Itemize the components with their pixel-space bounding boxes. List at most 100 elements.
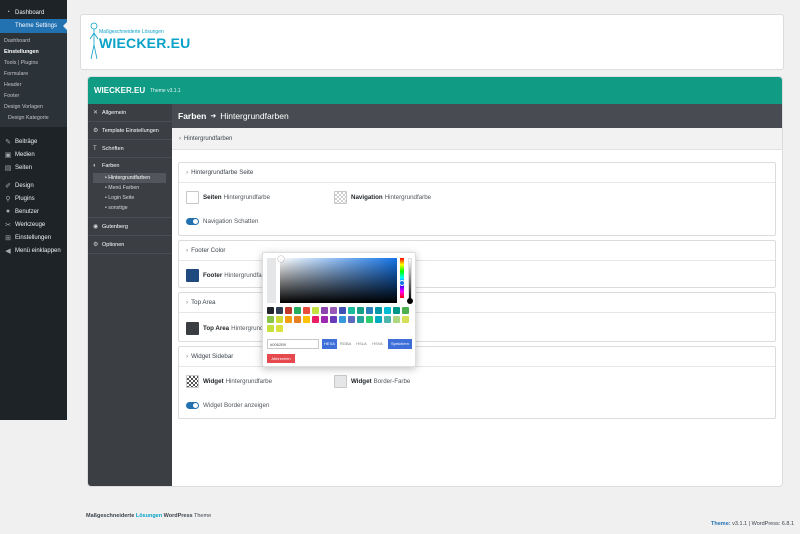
picker-swatch[interactable]	[294, 307, 301, 314]
wp-sub-design-kategorie[interactable]: Design Kategorie	[0, 113, 67, 124]
picker-swatch[interactable]	[339, 307, 346, 314]
picker-swatch[interactable]	[393, 316, 400, 323]
widget-border-swatch[interactable]	[334, 375, 347, 388]
wp-menu-benutzer[interactable]: ● Benutzer	[0, 205, 67, 218]
picker-swatch[interactable]	[357, 316, 364, 323]
picker-swatch[interactable]	[285, 307, 292, 314]
picker-swatch[interactable]	[375, 307, 382, 314]
picker-swatch[interactable]	[267, 325, 274, 332]
picker-swatch[interactable]	[321, 316, 328, 323]
widget-bg-label-text: Hintergrundfarbe	[225, 378, 273, 385]
nav-optionen[interactable]: ⚙ Optionen	[88, 236, 172, 254]
page-icon: ▤	[4, 164, 12, 172]
picker-swatch[interactable]	[384, 307, 391, 314]
color-picker-popover: #0062B9 HEXA RGBA HSLA HSVA Speichern Ab…	[262, 252, 416, 367]
picker-mode-rgba[interactable]: RGBA	[338, 339, 353, 349]
picker-swatch[interactable]	[366, 316, 373, 323]
navigation-color-swatch[interactable]	[334, 191, 347, 204]
picker-swatch[interactable]	[276, 316, 283, 323]
picker-hue-slider[interactable]	[400, 258, 404, 298]
media-icon: ▣	[4, 151, 12, 159]
nav-sub-login-seite[interactable]: Login Seite	[93, 193, 172, 203]
wp-sub-formulare[interactable]: Formulare	[0, 69, 67, 80]
top-area-color-swatch[interactable]	[186, 322, 199, 335]
picker-cancel-button[interactable]: Abbrechen	[267, 354, 295, 363]
nav-schriften[interactable]: T Schriften	[88, 140, 172, 158]
nav-gutenberg[interactable]: ◉ Gutenberg	[88, 218, 172, 236]
wp-sub-einstellungen[interactable]: Einstellungen	[0, 47, 67, 58]
picker-swatch[interactable]	[312, 307, 319, 314]
wp-menu-theme-settings[interactable]: Theme Settings	[0, 19, 67, 33]
panel-title: Top Area	[191, 299, 216, 306]
picker-hue-handle[interactable]	[399, 280, 405, 286]
picker-swatch[interactable]	[348, 307, 355, 314]
picker-cursor[interactable]	[278, 256, 284, 262]
picker-opacity-handle[interactable]	[407, 298, 413, 304]
picker-swatch[interactable]	[393, 307, 400, 314]
picker-swatch[interactable]	[366, 307, 373, 314]
footer-left-brand: WordPress	[163, 513, 193, 519]
picker-swatch[interactable]	[384, 316, 391, 323]
wp-menu-medien[interactable]: ▣ Medien	[0, 148, 67, 161]
picker-swatch[interactable]	[330, 316, 337, 323]
nav-sub-hintergrundfarben[interactable]: Hintergrundfarben	[93, 173, 166, 183]
picker-swatch[interactable]	[276, 325, 283, 332]
wp-submenu: Dashboard Einstellungen Tools | Plugins …	[0, 33, 67, 127]
picker-save-button[interactable]: Speichern	[388, 339, 412, 349]
picker-mode-hexa[interactable]: HEXA	[322, 339, 337, 349]
seiten-color-swatch[interactable]	[186, 191, 199, 204]
picker-opacity-slider[interactable]	[408, 258, 412, 302]
wp-sub-dashboard[interactable]: Dashboard	[0, 36, 67, 47]
picker-saturation-area[interactable]	[280, 258, 397, 303]
picker-swatch[interactable]	[276, 307, 283, 314]
picker-swatch[interactable]	[357, 307, 364, 314]
nav-template[interactable]: ⚙ Template Einstellungen	[88, 122, 172, 140]
wp-menu-beitraege[interactable]: ✎ Beiträge	[0, 135, 67, 148]
topbar-version: Theme v3.1.1	[150, 87, 181, 94]
wp-sub-tools-plugins[interactable]: Tools | Plugins	[0, 58, 67, 69]
nav-sub-menu-farben[interactable]: Menü Farben	[93, 183, 172, 193]
picker-swatch[interactable]	[303, 316, 310, 323]
picker-mode-hsla[interactable]: HSLA	[354, 339, 369, 349]
widget-bg-swatch[interactable]	[186, 375, 199, 388]
wp-menu-werkzeuge[interactable]: ✂ Werkzeuge	[0, 218, 67, 231]
picker-swatch[interactable]	[330, 307, 337, 314]
nav-farben[interactable]: ◐ Farben Hintergrundfarben Menü Farben Lo…	[88, 158, 172, 218]
settings-topbar: WIECKER.EU Theme v3.1.1	[88, 77, 782, 104]
wp-sub-header[interactable]: Header	[0, 80, 67, 91]
picker-swatch[interactable]	[348, 316, 355, 323]
picker-swatch[interactable]	[267, 316, 274, 323]
wp-menu-seiten[interactable]: ▤ Seiten	[0, 161, 67, 174]
widget-border-toggle[interactable]	[186, 402, 199, 409]
picker-hex-input[interactable]: #0062B9	[267, 339, 319, 349]
picker-swatch[interactable]	[402, 316, 409, 323]
footer-color-swatch[interactable]	[186, 269, 199, 282]
widget-bg-row: Widget Hintergrundfarbe	[186, 375, 272, 388]
picker-swatch[interactable]	[339, 316, 346, 323]
footer-theme-version: v3.1.1	[732, 521, 748, 527]
wp-menu-collapse[interactable]: ◀ Menü einklappen	[0, 244, 67, 257]
picker-swatch[interactable]	[303, 307, 310, 314]
picker-mode-hsva[interactable]: HSVA	[370, 339, 385, 349]
navigation-shadow-toggle[interactable]	[186, 218, 199, 225]
wp-sub-footer[interactable]: Footer	[0, 91, 67, 102]
picker-swatch[interactable]	[312, 316, 319, 323]
wp-menu-design[interactable]: ✐ Design	[0, 179, 67, 192]
seiten-label-bold: Seiten	[203, 194, 222, 201]
picker-swatch[interactable]	[285, 316, 292, 323]
picker-swatch[interactable]	[402, 307, 409, 314]
nav-sub-sonstige[interactable]: sonstige	[93, 203, 172, 213]
picker-swatch[interactable]	[267, 307, 274, 314]
picker-swatch[interactable]	[294, 316, 301, 323]
wp-sub-design-vorlagen[interactable]: Design Vorlagen	[0, 102, 67, 113]
palette-icon: ◐	[93, 163, 97, 169]
wp-menu-plugins[interactable]: ⚲ Plugins	[0, 192, 67, 205]
wp-menu-einstellungen[interactable]: ⊞ Einstellungen	[0, 231, 67, 244]
wp-menu-dashboard[interactable]: ◔ Dashboard	[0, 6, 67, 19]
nav-allgemein[interactable]: ✕ Allgemein	[88, 104, 172, 122]
logo-name: WIECKER.EU	[99, 35, 191, 51]
wp-menu-label: Benutzer	[15, 208, 40, 215]
picker-swatch[interactable]	[321, 307, 328, 314]
picker-swatch[interactable]	[375, 316, 382, 323]
section-title-text: Hintergrundfarben	[184, 135, 233, 142]
